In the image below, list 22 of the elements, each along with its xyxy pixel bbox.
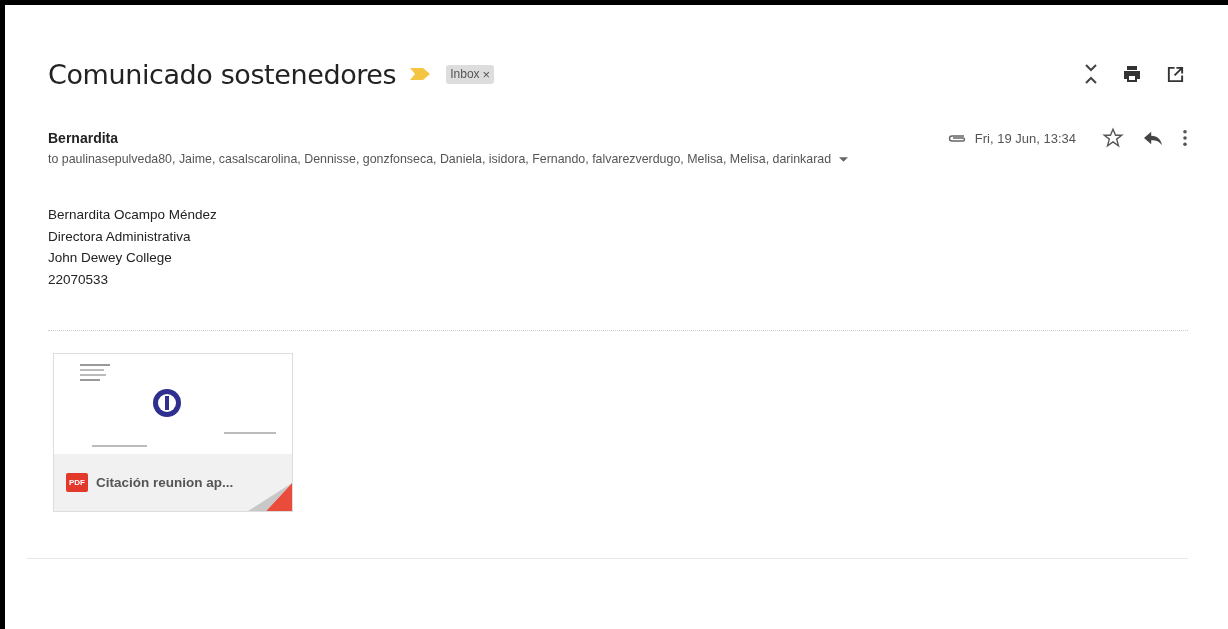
signature-line: John Dewey College [48,249,173,267]
collapse-all-icon[interactable] [1084,63,1098,85]
star-icon[interactable] [1102,127,1124,149]
signature-line: Bernardita Ocampo Méndez [48,206,218,224]
recipients-list: to paulinasepulveda80, Jaime, casalscarolina, Dennisse, gonzfonseca, Daniela, isidora, Fernando, falvarezverdugo, Melisa, Melisa, darinkarad [48,152,832,166]
more-options-icon[interactable] [1182,129,1188,147]
label-text: Inbox [450,67,480,81]
open-in-new-window-icon[interactable] [1166,64,1185,84]
attachment-name: Citación reunion ap... [96,475,234,490]
remove-label-button[interactable]: × [482,66,491,82]
importance-marker-icon[interactable] [410,68,431,80]
sender-name[interactable]: Bernardita [48,130,119,146]
reply-icon[interactable] [1142,129,1164,147]
email-date: Fri, 19 Jun, 13:34 [974,130,1076,146]
email-subject: Comunicado sostenedores [48,58,397,90]
attachment-card[interactable]: PDF Citación reunion ap... [53,353,293,512]
signature-line: Directora Administrativa [48,227,192,246]
print-icon[interactable] [1122,64,1142,84]
page-fold-icon [248,483,292,511]
pdf-file-icon: PDF [66,473,88,492]
signature-line: 22070533 [48,270,110,289]
dropdown-caret-icon[interactable] [839,156,849,162]
